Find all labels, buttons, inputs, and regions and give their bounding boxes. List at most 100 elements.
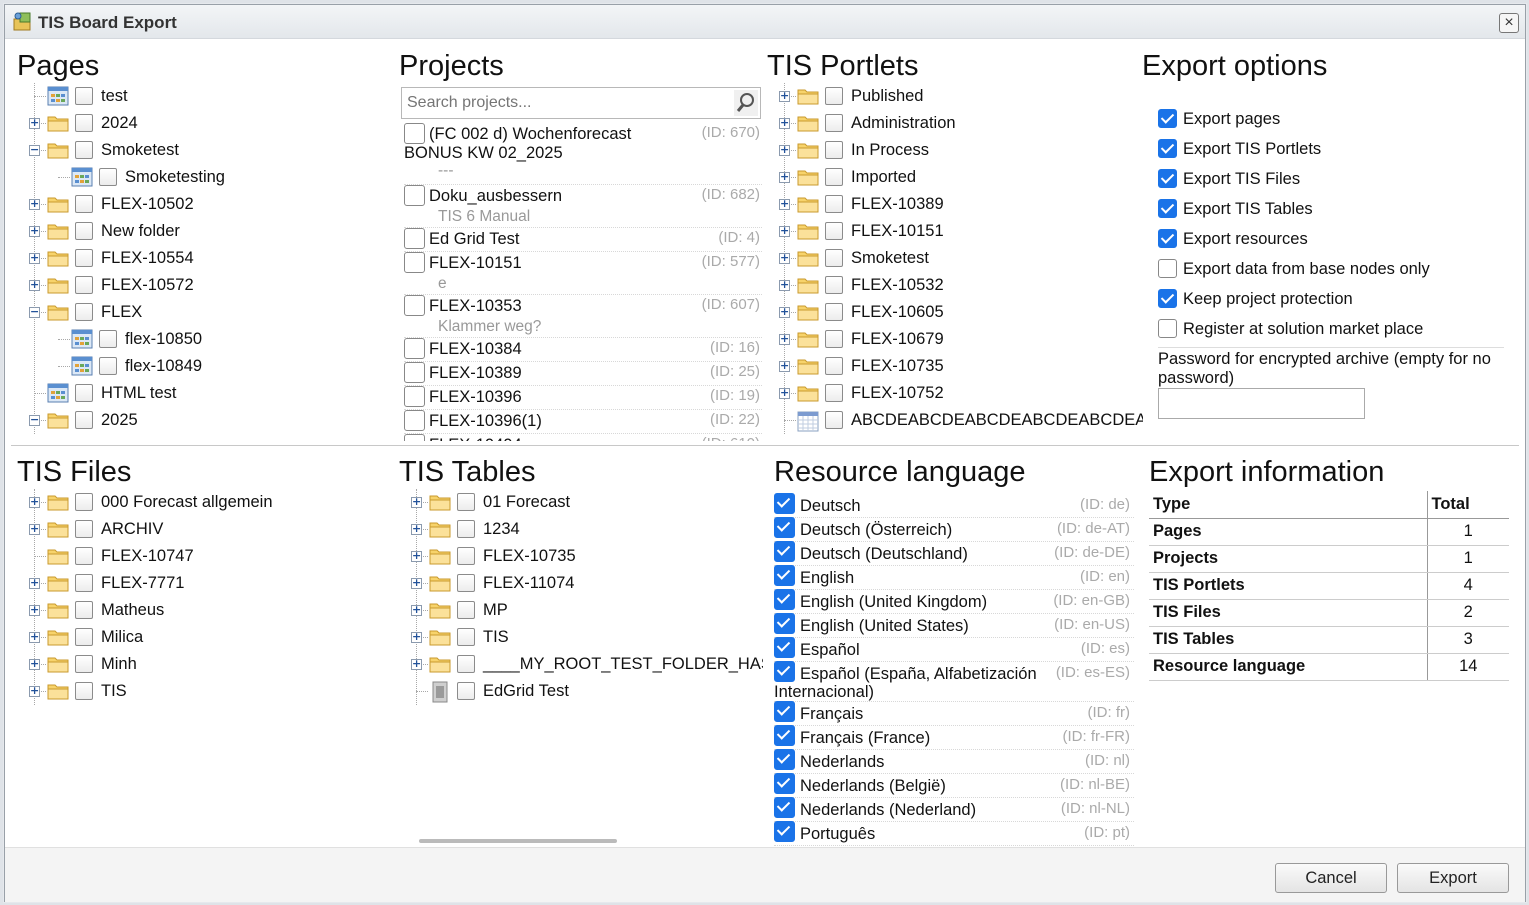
export-option[interactable]: Export TIS Tables <box>1158 194 1313 224</box>
tree-node[interactable]: Smoketesting <box>17 164 395 191</box>
tree-checkbox[interactable] <box>75 384 93 402</box>
tree-checkbox[interactable] <box>825 195 843 213</box>
expand-icon[interactable]: + <box>29 225 40 237</box>
project-item[interactable]: FLEX-10353 (ID: 607) Klammer weg? <box>404 295 763 338</box>
tree-node[interactable]: − 2025 <box>17 407 395 434</box>
search-icon[interactable] <box>734 90 758 116</box>
tree-checkbox[interactable] <box>825 303 843 321</box>
tree-checkbox[interactable] <box>75 628 93 646</box>
expand-icon[interactable]: + <box>29 279 40 291</box>
tree-node[interactable]: + MP <box>399 597 763 624</box>
tree-checkbox[interactable] <box>75 682 93 700</box>
tree-checkbox[interactable] <box>457 682 475 700</box>
tree-node[interactable]: + Milica <box>17 624 395 651</box>
language-item[interactable]: Nederlands (ID: nl) <box>774 749 1134 774</box>
tree-checkbox[interactable] <box>457 547 475 565</box>
close-icon[interactable]: × <box>1499 13 1519 33</box>
expand-icon[interactable]: + <box>779 198 790 210</box>
expand-icon[interactable]: + <box>779 171 790 183</box>
project-checkbox[interactable] <box>404 252 425 273</box>
project-search-input[interactable] <box>402 88 732 118</box>
tree-checkbox[interactable] <box>825 114 843 132</box>
tree-node[interactable]: + FLEX-7771 <box>17 570 395 597</box>
collapse-icon[interactable]: − <box>29 414 40 426</box>
tree-node[interactable]: + FLEX-10151 <box>767 218 1143 245</box>
project-item[interactable]: FLEX-10151 (ID: 577) e <box>404 252 763 295</box>
tree-node[interactable]: + TIS <box>399 624 763 651</box>
language-item[interactable]: Deutsch (Deutschland) (ID: de-DE) <box>774 541 1134 566</box>
language-checkbox[interactable] <box>774 589 795 610</box>
tree-checkbox[interactable] <box>75 411 93 429</box>
tree-node[interactable]: FLEX-10747 <box>17 543 395 570</box>
project-item[interactable]: FLEX-10396(1) (ID: 22) <box>404 410 763 434</box>
tree-node[interactable]: + FLEX-10735 <box>767 353 1143 380</box>
language-checkbox[interactable] <box>774 661 795 682</box>
tree-checkbox[interactable] <box>75 655 93 673</box>
tree-node[interactable]: + FLEX-10735 <box>399 543 763 570</box>
tree-node[interactable]: − Smoketest <box>17 137 395 164</box>
language-checkbox[interactable] <box>774 749 795 770</box>
expand-icon[interactable]: + <box>411 658 422 670</box>
language-item[interactable]: English (United Kingdom) (ID: en-GB) <box>774 589 1134 614</box>
option-checkbox[interactable] <box>1158 108 1177 128</box>
expand-icon[interactable]: + <box>411 577 422 589</box>
tree-node[interactable]: + ____MY_ROOT_TEST_FOLDER_HAS <box>399 651 763 678</box>
project-checkbox[interactable] <box>404 185 425 206</box>
tree-checkbox[interactable] <box>825 411 843 429</box>
tree-checkbox[interactable] <box>825 87 843 105</box>
language-checkbox[interactable] <box>774 493 795 514</box>
language-checkbox[interactable] <box>774 773 795 794</box>
project-item[interactable]: FLEX-10384 (ID: 16) <box>404 338 763 362</box>
expand-icon[interactable]: + <box>779 387 790 399</box>
option-checkbox[interactable] <box>1158 288 1177 308</box>
project-item[interactable]: Ed Grid Test (ID: 4) <box>404 228 763 252</box>
language-checkbox[interactable] <box>774 725 795 746</box>
expand-icon[interactable]: + <box>779 360 790 372</box>
tree-checkbox[interactable] <box>75 493 93 511</box>
language-checkbox[interactable] <box>774 797 795 818</box>
expand-icon[interactable]: + <box>29 631 40 643</box>
expand-icon[interactable]: + <box>29 496 40 508</box>
tree-checkbox[interactable] <box>825 384 843 402</box>
tree-node[interactable]: ABCDEABCDEABCDEABCDEABCDEA <box>767 407 1143 434</box>
tree-node[interactable]: EdGrid Test <box>399 678 763 705</box>
expand-icon[interactable]: + <box>411 523 422 535</box>
language-item[interactable]: Español (España, Alfabetización Internaci… <box>774 661 1134 702</box>
tree-checkbox[interactable] <box>825 141 843 159</box>
expand-icon[interactable]: + <box>29 685 40 697</box>
collapse-icon[interactable]: − <box>29 144 40 156</box>
tree-node[interactable]: + Published <box>767 83 1143 110</box>
tree-checkbox[interactable] <box>457 520 475 538</box>
language-item[interactable]: Français (France) (ID: fr-FR) <box>774 725 1134 750</box>
project-item[interactable]: FLEX-10389 (ID: 25) <box>404 362 763 386</box>
tree-node[interactable]: +01 Forecast <box>399 489 763 516</box>
tree-node[interactable]: +1234 <box>399 516 763 543</box>
tree-checkbox[interactable] <box>825 330 843 348</box>
collapse-icon[interactable]: − <box>29 306 40 318</box>
option-checkbox[interactable] <box>1158 198 1177 218</box>
project-checkbox[interactable] <box>404 362 425 383</box>
expand-icon[interactable]: + <box>779 279 790 291</box>
language-item[interactable]: English (United States) (ID: en-US) <box>774 613 1134 638</box>
expand-icon[interactable]: + <box>779 144 790 156</box>
project-checkbox[interactable] <box>404 123 425 144</box>
language-checkbox[interactable] <box>774 637 795 658</box>
tree-node[interactable]: + FLEX-10679 <box>767 326 1143 353</box>
tree-checkbox[interactable] <box>457 655 475 673</box>
language-checkbox[interactable] <box>774 541 795 562</box>
tree-checkbox[interactable] <box>75 249 93 267</box>
tree-node[interactable]: + FLEX-10572 <box>17 272 395 299</box>
language-item[interactable]: Nederlands (Nederland) (ID: nl-NL) <box>774 797 1134 822</box>
tree-node[interactable]: flex-10849 <box>17 353 395 380</box>
expand-icon[interactable]: + <box>29 577 40 589</box>
tree-checkbox[interactable] <box>825 168 843 186</box>
export-option[interactable]: Export TIS Portlets <box>1158 134 1321 164</box>
expand-icon[interactable]: + <box>29 117 40 129</box>
expand-icon[interactable]: + <box>29 198 40 210</box>
expand-icon[interactable]: + <box>779 117 790 129</box>
language-item[interactable]: Nederlands (België) (ID: nl-BE) <box>774 773 1134 798</box>
tree-node[interactable]: + FLEX-10554 <box>17 245 395 272</box>
tree-checkbox[interactable] <box>75 141 93 159</box>
export-option[interactable]: Register at solution market place <box>1158 314 1423 344</box>
language-item[interactable]: English (ID: en) <box>774 565 1134 590</box>
